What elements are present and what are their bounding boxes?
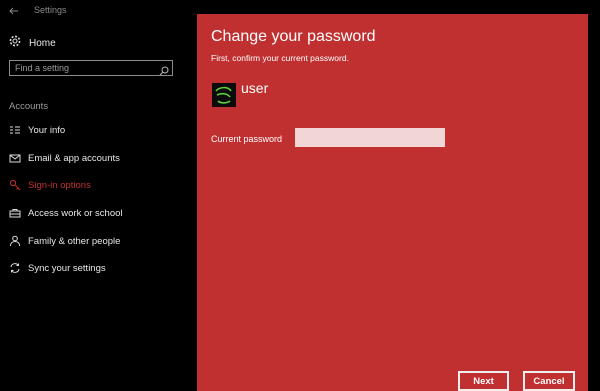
key-icon — [9, 179, 21, 191]
sidebar-item-label: Access work or school — [28, 207, 123, 219]
sidebar-item-sign-in-options[interactable]: Sign-in options — [9, 178, 91, 192]
current-password-label: Current password — [211, 134, 283, 144]
sidebar-item-label: Sign-in options — [28, 179, 91, 191]
search-box[interactable] — [9, 60, 173, 76]
sync-icon — [9, 262, 21, 274]
dialog-title: Change your password — [211, 28, 376, 45]
mail-icon — [9, 152, 21, 164]
search-icon[interactable] — [159, 63, 169, 76]
sidebar-item-label: Family & other people — [28, 235, 121, 247]
current-password-field[interactable] — [295, 128, 445, 147]
sidebar-item-label: Sync your settings — [28, 262, 106, 274]
sidebar-home-label: Home — [29, 37, 56, 49]
back-arrow-icon[interactable] — [8, 4, 20, 16]
next-button[interactable]: Next — [458, 371, 509, 391]
change-password-dialog: Change your password First, confirm your… — [197, 14, 588, 391]
sidebar-item-access-work-school[interactable]: Access work or school — [9, 206, 123, 220]
person-card-icon — [9, 124, 21, 136]
username: user — [241, 80, 269, 96]
sidebar-home[interactable]: Home — [9, 34, 56, 52]
sidebar-item-label: Email & app accounts — [28, 152, 120, 164]
window-title: Settings — [34, 5, 67, 15]
sidebar-item-email-app-accounts[interactable]: Email & app accounts — [9, 151, 120, 165]
accounts-section-title: Accounts — [9, 101, 49, 112]
gear-icon — [9, 34, 21, 52]
dialog-subtitle: First, confirm your current password. — [211, 53, 349, 63]
cancel-button[interactable]: Cancel — [523, 371, 575, 391]
sidebar-item-label: Your info — [28, 124, 66, 136]
avatar — [212, 83, 236, 107]
sidebar-item-family-other-people[interactable]: Family & other people — [9, 234, 120, 248]
sidebar-item-your-info[interactable]: Your info — [9, 123, 65, 137]
person-icon — [9, 235, 21, 247]
briefcase-icon — [9, 207, 21, 219]
sidebar-item-sync-settings[interactable]: Sync your settings — [9, 261, 106, 275]
search-input[interactable] — [15, 62, 155, 74]
